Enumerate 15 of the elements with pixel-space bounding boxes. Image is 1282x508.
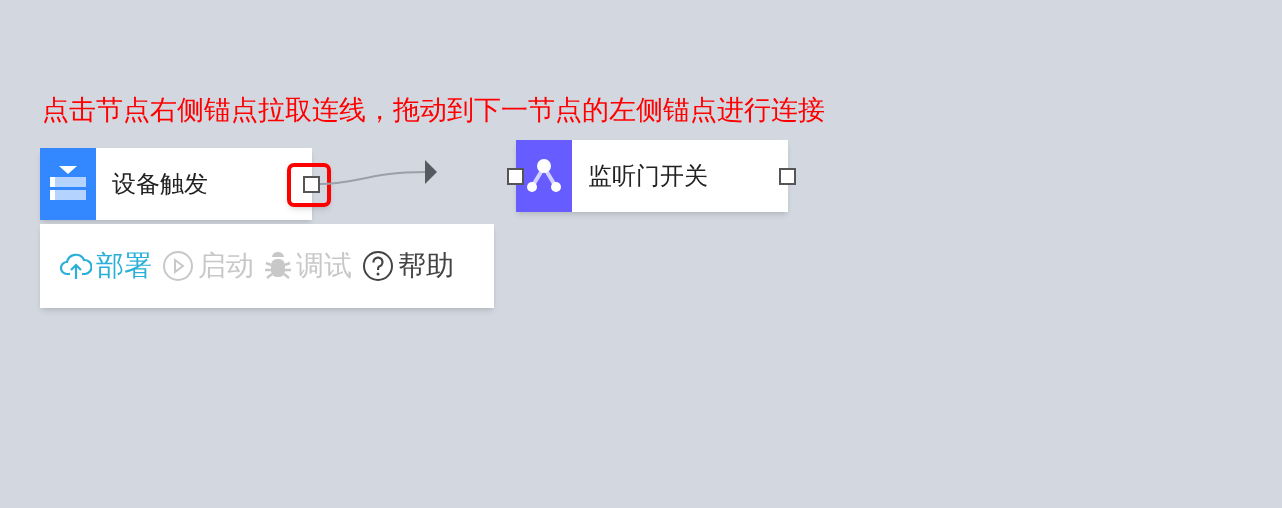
anchor-handle[interactable] (779, 168, 796, 185)
node-label: 设备触发 (112, 169, 208, 199)
instruction-text: 点击节点右侧锚点拉取连线，拖动到下一节点的左侧锚点进行连接 (42, 94, 825, 127)
anchor-handle[interactable] (303, 176, 320, 193)
stack-icon (50, 165, 86, 203)
flow-node[interactable]: 设备触发 (40, 148, 312, 220)
play-icon (162, 250, 194, 282)
node-label: 监听门开关 (588, 161, 708, 191)
bug-icon (264, 251, 292, 281)
branch-icon (526, 159, 562, 193)
help-icon (362, 250, 394, 282)
cloud-upload-icon (60, 252, 92, 280)
anchor-handle[interactable] (507, 168, 524, 185)
flow-node[interactable]: 监听门开关 (516, 140, 788, 212)
toolbar-button[interactable]: 帮助 (362, 248, 454, 284)
